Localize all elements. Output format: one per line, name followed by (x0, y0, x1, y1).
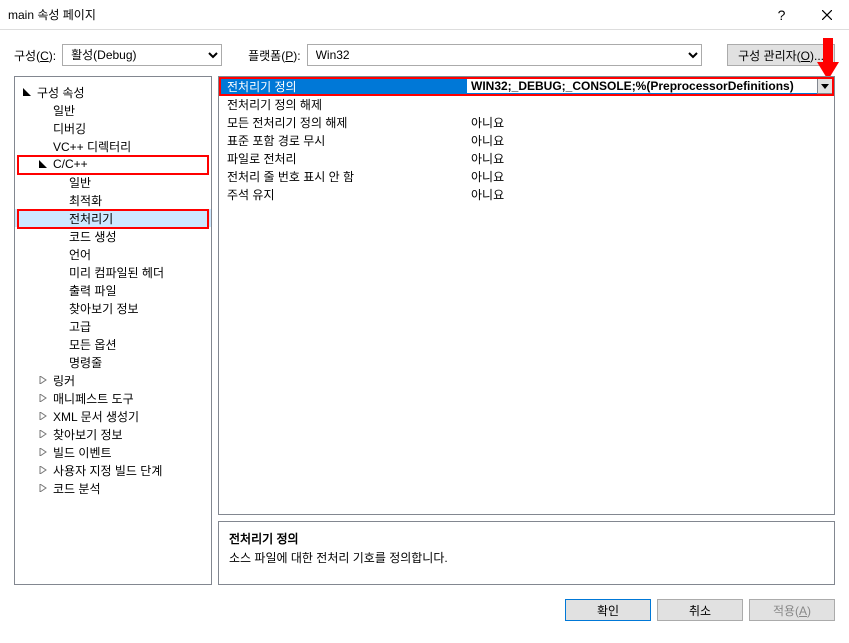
tree-item-ccpp[interactable]: C/C++ (15, 155, 211, 173)
tree-item[interactable]: 일반 (15, 173, 211, 191)
dropdown-button[interactable] (817, 78, 833, 94)
tree-item[interactable]: XML 문서 생성기 (15, 407, 211, 425)
expander-closed-icon (37, 482, 49, 494)
main-area: 구성 속성 일반디버깅VC++ 디렉터리 C/C++ 일반최적화전처리기코드 생… (0, 76, 849, 599)
tree-item[interactable]: 전처리기 (15, 209, 211, 227)
property-row[interactable]: 표준 포함 경로 무시아니요 (219, 131, 834, 149)
tree-item[interactable]: 미리 컴파일된 헤더 (15, 263, 211, 281)
config-manager-button[interactable]: 구성 관리자(O)... (727, 44, 835, 66)
window-title: main 속성 페이지 (8, 6, 759, 23)
property-row[interactable]: 주석 유지아니요 (219, 185, 834, 203)
property-row[interactable]: 전처리 줄 번호 표시 안 함아니요 (219, 167, 834, 185)
description-panel: 전처리기 정의 소스 파일에 대한 전처리 기호를 정의합니다. (218, 521, 835, 585)
tree-item[interactable]: 최적화 (15, 191, 211, 209)
apply-button[interactable]: 적용(A) (749, 599, 835, 621)
chevron-down-icon (821, 84, 829, 89)
property-value[interactable]: 아니요 (467, 114, 834, 131)
close-button[interactable] (804, 0, 849, 30)
expander-closed-icon (37, 428, 49, 440)
property-value[interactable]: 아니요 (467, 186, 834, 203)
close-icon (822, 10, 832, 20)
expander-closed-icon (37, 464, 49, 476)
tree-item[interactable]: 모든 옵션 (15, 335, 211, 353)
expander-open-icon (21, 86, 33, 98)
toolbar: 구성(C): 활성(Debug) 플랫폼(P): Win32 구성 관리자(O)… (0, 30, 849, 76)
description-title: 전처리기 정의 (229, 530, 824, 547)
tree-item[interactable]: 디버깅 (15, 119, 211, 137)
tree-item[interactable]: 찾아보기 정보 (15, 425, 211, 443)
tree-item[interactable]: 링커 (15, 371, 211, 389)
expander-closed-icon (37, 446, 49, 458)
tree-item[interactable]: 매니페스트 도구 (15, 389, 211, 407)
property-name: 전처리기 정의 (219, 78, 467, 95)
tree-item[interactable]: VC++ 디렉터리 (15, 137, 211, 155)
tree-panel: 구성 속성 일반디버깅VC++ 디렉터리 C/C++ 일반최적화전처리기코드 생… (14, 76, 212, 585)
property-name: 모든 전처리기 정의 해제 (219, 114, 467, 131)
property-row[interactable]: 모든 전처리기 정의 해제아니요 (219, 113, 834, 131)
tree-item[interactable]: 빌드 이벤트 (15, 443, 211, 461)
property-value[interactable]: 아니요 (467, 168, 834, 185)
help-icon: ? (778, 7, 786, 23)
expander-closed-icon (37, 410, 49, 422)
footer: 확인 취소 적용(A) (0, 599, 849, 635)
tree-item[interactable]: 일반 (15, 101, 211, 119)
tree-item[interactable]: 언어 (15, 245, 211, 263)
property-row[interactable]: 파일로 전처리아니요 (219, 149, 834, 167)
right-panel: 전처리기 정의WIN32;_DEBUG;_CONSOLE;%(Preproces… (218, 76, 835, 585)
tree-item-config-props[interactable]: 구성 속성 (15, 83, 211, 101)
property-name: 전처리기 정의 해제 (219, 96, 467, 113)
property-name: 전처리 줄 번호 표시 안 함 (219, 168, 467, 185)
expander-open-icon (37, 158, 49, 170)
property-name: 파일로 전처리 (219, 150, 467, 167)
titlebar: main 속성 페이지 ? (0, 0, 849, 30)
tree-item[interactable]: 코드 생성 (15, 227, 211, 245)
property-row[interactable]: 전처리기 정의WIN32;_DEBUG;_CONSOLE;%(Preproces… (219, 77, 834, 95)
property-value[interactable]: 아니요 (467, 150, 834, 167)
config-select[interactable]: 활성(Debug) (62, 44, 222, 66)
config-label: 구성(C): (14, 47, 56, 64)
description-text: 소스 파일에 대한 전처리 기호를 정의합니다. (229, 549, 824, 566)
tree-item[interactable]: 찾아보기 정보 (15, 299, 211, 317)
tree-item[interactable]: 코드 분석 (15, 479, 211, 497)
ok-button[interactable]: 확인 (565, 599, 651, 621)
property-row[interactable]: 전처리기 정의 해제 (219, 95, 834, 113)
platform-label: 플랫폼(P): (248, 47, 300, 64)
expander-closed-icon (37, 392, 49, 404)
tree-item[interactable]: 출력 파일 (15, 281, 211, 299)
property-grid: 전처리기 정의WIN32;_DEBUG;_CONSOLE;%(Preproces… (218, 76, 835, 515)
expander-closed-icon (37, 374, 49, 386)
tree-item[interactable]: 사용자 지정 빌드 단계 (15, 461, 211, 479)
tree-item[interactable]: 명령줄 (15, 353, 211, 371)
platform-select[interactable]: Win32 (307, 44, 702, 66)
property-name: 표준 포함 경로 무시 (219, 132, 467, 149)
property-value[interactable]: WIN32;_DEBUG;_CONSOLE;%(PreprocessorDefi… (467, 79, 817, 93)
property-value[interactable]: 아니요 (467, 132, 834, 149)
property-name: 주석 유지 (219, 186, 467, 203)
help-button[interactable]: ? (759, 0, 804, 30)
cancel-button[interactable]: 취소 (657, 599, 743, 621)
tree-item[interactable]: 고급 (15, 317, 211, 335)
